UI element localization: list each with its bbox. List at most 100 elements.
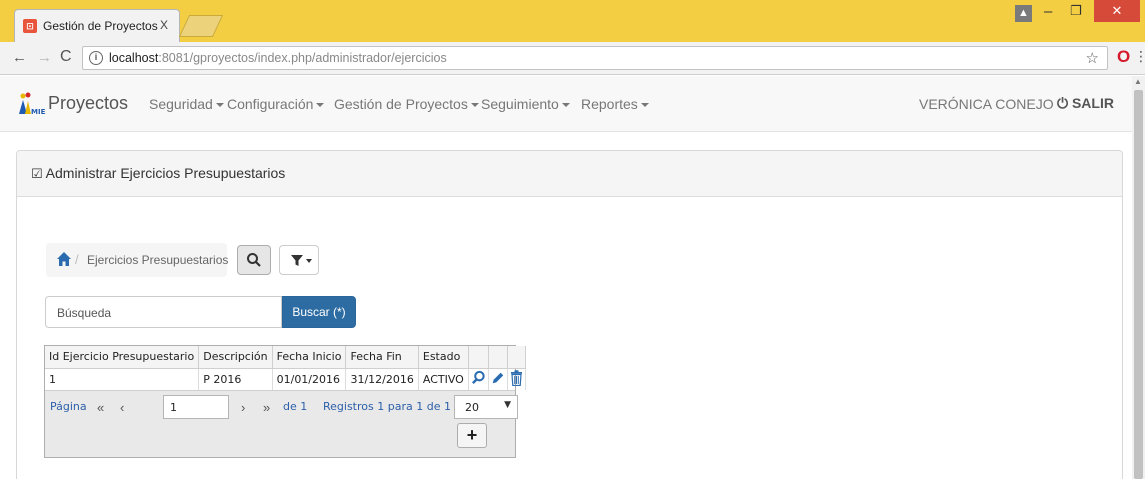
- menu-label: Configuración: [227, 96, 314, 112]
- logo-text: MIES: [31, 108, 46, 116]
- mies-logo-icon: MIES: [19, 92, 46, 116]
- page-size-value: 20: [465, 401, 479, 414]
- caret-down-icon: [470, 103, 479, 108]
- cell-fecha-inicio: 01/01/2016: [272, 368, 347, 390]
- menu-reportes[interactable]: Reportes: [581, 96, 649, 112]
- browser-tab[interactable]: ⊡ Gestión de Proyectos X: [14, 9, 180, 42]
- col-header-estado[interactable]: Estado: [418, 346, 469, 369]
- cell-estado: ACTIVO: [418, 368, 469, 390]
- check-square-icon: ☑: [31, 166, 43, 181]
- close-window-icon[interactable]: ✕: [1094, 0, 1140, 22]
- toggle-search-button[interactable]: [237, 245, 271, 275]
- new-tab-button[interactable]: [178, 15, 224, 37]
- plus-icon: +: [466, 425, 478, 445]
- view-magnifier-icon[interactable]: [471, 370, 486, 385]
- forward-arrow-icon[interactable]: →: [37, 49, 52, 66]
- minimize-icon[interactable]: –: [1044, 3, 1052, 20]
- menu-label: Gestión de Proyectos: [334, 96, 468, 112]
- filter-dropdown-button[interactable]: [279, 245, 319, 275]
- col-header-id[interactable]: Id Ejercicio Presupuestario: [45, 346, 200, 369]
- panel-heading: ☑ Administrar Ejercicios Presupuestarios: [17, 151, 1122, 197]
- tab-title: Gestión de Proyectos: [43, 19, 158, 33]
- grid-header-row: Id Ejercicio Presupuestario Descripción …: [45, 346, 526, 369]
- restore-icon[interactable]: ❐: [1070, 3, 1082, 19]
- col-header-fecha-inicio[interactable]: Fecha Inicio: [272, 346, 347, 369]
- page-viewport: MIES Proyectos Seguridad Configuración G…: [0, 76, 1132, 479]
- pager: Página « ‹ 1 › » de 1 Registros 1 para 1…: [45, 390, 518, 457]
- menu-dots-icon[interactable]: ⋮: [1134, 48, 1145, 65]
- cell-id: 1: [45, 368, 200, 390]
- brand-title[interactable]: Proyectos: [48, 93, 128, 114]
- view-cell: [468, 368, 489, 390]
- user-name[interactable]: VERÓNICA CONEJO: [919, 96, 1054, 112]
- opera-icon[interactable]: O: [1117, 47, 1130, 67]
- col-header-delete: [507, 346, 526, 369]
- buscar-button[interactable]: Buscar (*): [282, 296, 356, 328]
- add-button[interactable]: +: [457, 423, 487, 448]
- edit-cell: [488, 368, 508, 390]
- power-icon: ⏻: [1057, 95, 1069, 111]
- search-placeholder: Búsqueda: [57, 306, 112, 320]
- address-bar[interactable]: i localhost:8081/gproyectos/index.php/ad…: [82, 46, 1108, 70]
- page-count: de 1: [283, 400, 308, 413]
- filter-icon: [291, 255, 303, 266]
- next-page-icon[interactable]: ›: [241, 400, 245, 415]
- menu-gestion-proyectos[interactable]: Gestión de Proyectos: [334, 96, 479, 112]
- col-header-fecha-fin[interactable]: Fecha Fin: [345, 346, 419, 369]
- first-page-icon[interactable]: «: [97, 400, 104, 415]
- top-navbar: MIES Proyectos Seguridad Configuración G…: [0, 76, 1132, 132]
- bookmark-star-icon[interactable]: ☆: [1086, 49, 1099, 67]
- home-icon[interactable]: [56, 251, 72, 267]
- caret-down-icon: [640, 103, 649, 108]
- breadcrumb: / Ejercicios Presupuestarios: [46, 243, 229, 277]
- url-path: :8081/gproyectos/index.php/administrador…: [158, 51, 447, 65]
- menu-label: Seguimiento: [481, 96, 559, 112]
- page-size-select[interactable]: 20 ▼: [454, 395, 518, 419]
- browser-titlebar: ⊡ Gestión de Proyectos X ▲ – ❐ ✕: [0, 0, 1145, 42]
- menu-seguridad[interactable]: Seguridad: [149, 96, 224, 112]
- panel-title: Administrar Ejercicios Presupuestarios: [45, 165, 286, 181]
- scroll-up-icon[interactable]: ▲: [1134, 77, 1142, 86]
- records-info: Registros 1 para 1 de 1: [323, 400, 451, 413]
- tab-close-icon[interactable]: X: [160, 18, 168, 32]
- search-input[interactable]: Búsqueda: [45, 296, 307, 328]
- grid-table: Id Ejercicio Presupuestario Descripción …: [45, 346, 526, 390]
- caret-down-icon: [316, 103, 325, 108]
- cell-fecha-fin: 31/12/2016: [345, 368, 419, 390]
- menu-configuracion[interactable]: Configuración: [227, 96, 325, 112]
- delete-trash-icon[interactable]: [510, 370, 523, 386]
- logout-label: SALIR: [1071, 95, 1114, 111]
- logout-button[interactable]: ⏻ SALIR: [1057, 95, 1114, 112]
- last-page-icon[interactable]: »: [263, 400, 270, 415]
- table-row[interactable]: 1 P 2016 01/01/2016 31/12/2016 ACTIVO: [45, 368, 526, 390]
- caret-down-icon: [561, 103, 570, 108]
- data-grid: Id Ejercicio Presupuestario Descripción …: [44, 345, 526, 458]
- menu-seguimiento[interactable]: Seguimiento: [481, 96, 570, 112]
- menu-label: Seguridad: [149, 96, 213, 112]
- prev-page-icon[interactable]: ‹: [120, 400, 124, 415]
- favicon-icon: ⊡: [23, 19, 37, 33]
- breadcrumb-current: Ejercicios Presupuestarios: [87, 253, 229, 267]
- url-host: localhost: [109, 51, 159, 65]
- breadcrumb-separator: /: [75, 252, 79, 267]
- edit-pencil-icon[interactable]: [491, 371, 505, 385]
- delete-cell: [507, 368, 526, 390]
- scroll-thumb[interactable]: [1134, 90, 1143, 479]
- col-header-descripcion[interactable]: Descripción: [198, 346, 273, 369]
- caret-down-icon: ▼: [504, 400, 511, 410]
- caret-down-icon: [215, 103, 224, 108]
- profile-icon[interactable]: ▲: [1015, 5, 1032, 22]
- menu-label: Reportes: [581, 96, 638, 112]
- col-header-edit: [488, 346, 508, 369]
- col-header-view: [468, 346, 489, 369]
- reload-icon[interactable]: C: [60, 48, 72, 66]
- page-scrollbar[interactable]: ▲: [1132, 76, 1145, 479]
- info-icon[interactable]: i: [89, 51, 103, 65]
- page-label: Página: [50, 400, 87, 413]
- back-arrow-icon[interactable]: ←: [12, 49, 27, 66]
- browser-toolbar: ← → C i localhost:8081/gproyectos/index.…: [0, 42, 1145, 75]
- page-number-input[interactable]: 1: [163, 395, 229, 419]
- cell-descripcion: P 2016: [198, 368, 273, 390]
- url-text: localhost:8081/gproyectos/index.php/admi…: [109, 51, 447, 65]
- search-icon: [247, 253, 261, 267]
